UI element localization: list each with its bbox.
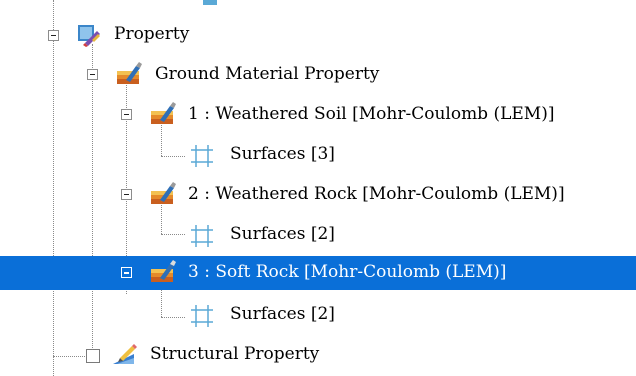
collapse-toggle[interactable] — [121, 109, 132, 120]
tree-item-surfaces[interactable]: Surfaces [2] — [0, 218, 636, 252]
material-brush-icon — [150, 182, 176, 206]
tree-item-label: Ground Material Property — [155, 64, 380, 84]
material-brush-icon — [150, 260, 176, 284]
tree-item-label: Surfaces [2] — [230, 304, 335, 324]
visibility-checkbox[interactable] — [86, 349, 100, 363]
collapse-toggle[interactable] — [121, 267, 132, 278]
surface-grid-icon — [190, 224, 214, 248]
partial-icon — [203, 0, 217, 5]
surface-grid-icon — [190, 144, 214, 168]
tree-item-label: Surfaces [2] — [230, 224, 335, 244]
property-tree: Property Ground Material Property 1: We… — [0, 0, 636, 376]
tree-item-label: 1 : Weathered Soil [Mohr-Coulomb (LEM)] — [188, 104, 555, 124]
tree-item-label: Structural Property — [150, 344, 320, 364]
tree-item-label: Surfaces [3] — [230, 144, 335, 164]
tree-item-structural-property[interactable]: Structural Property — [0, 338, 636, 372]
tree-item-surfaces[interactable]: Surfaces [3] — [0, 138, 636, 172]
tree-item-surfaces[interactable]: Surfaces [2] — [0, 298, 636, 332]
material-brush-icon — [150, 102, 176, 126]
collapse-toggle[interactable] — [48, 30, 59, 41]
tree-item-label: Property — [114, 24, 190, 44]
tree-item-material-3[interactable]: 3 : Soft Rock [Mohr-Coulomb (LEM)] — [0, 256, 636, 290]
property-folder-icon — [77, 23, 101, 47]
collapse-toggle[interactable] — [121, 189, 132, 200]
material-brush-icon — [116, 62, 142, 86]
tree-item-label: 3 : Soft Rock [Mohr-Coulomb (LEM)] — [188, 262, 507, 282]
tree-item-label: 2 : Weathered Rock [Mohr-Coulomb (LEM)] — [188, 184, 565, 204]
tree-item-property[interactable]: Property — [0, 18, 636, 52]
surface-grid-icon — [190, 304, 214, 328]
tree-item-material-2[interactable]: 2 : Weathered Rock [Mohr-Coulomb (LEM)] — [0, 178, 636, 212]
structural-edit-icon — [112, 342, 137, 366]
collapse-toggle[interactable] — [87, 69, 98, 80]
tree-item-ground-material-property[interactable]: Ground Material Property — [0, 58, 636, 92]
tree-item-material-1[interactable]: 1 : Weathered Soil [Mohr-Coulomb (LEM)] — [0, 98, 636, 132]
